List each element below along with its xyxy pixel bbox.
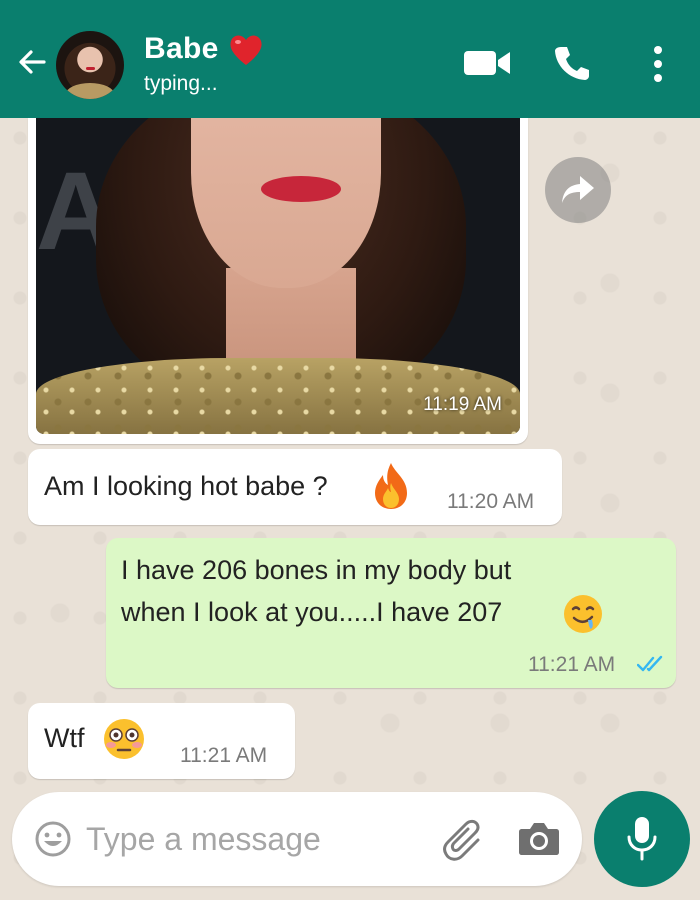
- forward-button[interactable]: [545, 157, 611, 223]
- message-text-line-2: when I look at you.....I have 207: [121, 597, 503, 627]
- chat-header: Babe typing...: [0, 0, 700, 118]
- phone-icon[interactable]: [553, 44, 591, 82]
- message-input[interactable]: Type a message: [86, 821, 321, 858]
- heart-emoji-icon: [230, 35, 262, 65]
- forward-icon: [562, 176, 594, 203]
- flushed-face-emoji-icon: [104, 719, 144, 759]
- drooling-face-emoji-icon: [564, 595, 602, 633]
- incoming-message[interactable]: Am I looking hot babe ? 11:20 AM: [28, 449, 562, 525]
- message-input-bar[interactable]: Type a message: [12, 792, 582, 886]
- back-arrow-icon[interactable]: [14, 44, 50, 80]
- mic-button[interactable]: [594, 791, 690, 887]
- received-photo[interactable]: AC 11:19 AM: [36, 118, 520, 434]
- video-call-icon[interactable]: [462, 47, 512, 79]
- message-text-line-1: I have 206 bones in my body but: [121, 555, 512, 585]
- fire-emoji-icon: [375, 463, 407, 509]
- message-time: 11:21 AM: [180, 744, 268, 767]
- emoji-icon[interactable]: [34, 820, 72, 858]
- mic-icon: [627, 817, 657, 861]
- contact-status: typing...: [144, 72, 218, 95]
- message-time: 11:21 AM: [528, 653, 616, 676]
- message-text: Am I looking hot babe ?: [44, 471, 328, 501]
- camera-icon[interactable]: [518, 820, 560, 856]
- double-check-icon: [637, 655, 663, 672]
- message-text: Wtf: [44, 723, 85, 753]
- attach-icon[interactable]: [442, 818, 488, 862]
- image-message[interactable]: AC 11:19 AM: [28, 118, 528, 444]
- outgoing-message[interactable]: I have 206 bones in my body but when I l…: [106, 538, 676, 688]
- avatar[interactable]: [56, 31, 124, 99]
- message-time: 11:19 AM: [423, 394, 502, 415]
- message-time: 11:20 AM: [447, 490, 535, 513]
- more-vert-icon[interactable]: [648, 44, 668, 84]
- incoming-message[interactable]: Wtf 11:21 AM: [28, 703, 295, 779]
- contact-name[interactable]: Babe: [144, 32, 219, 66]
